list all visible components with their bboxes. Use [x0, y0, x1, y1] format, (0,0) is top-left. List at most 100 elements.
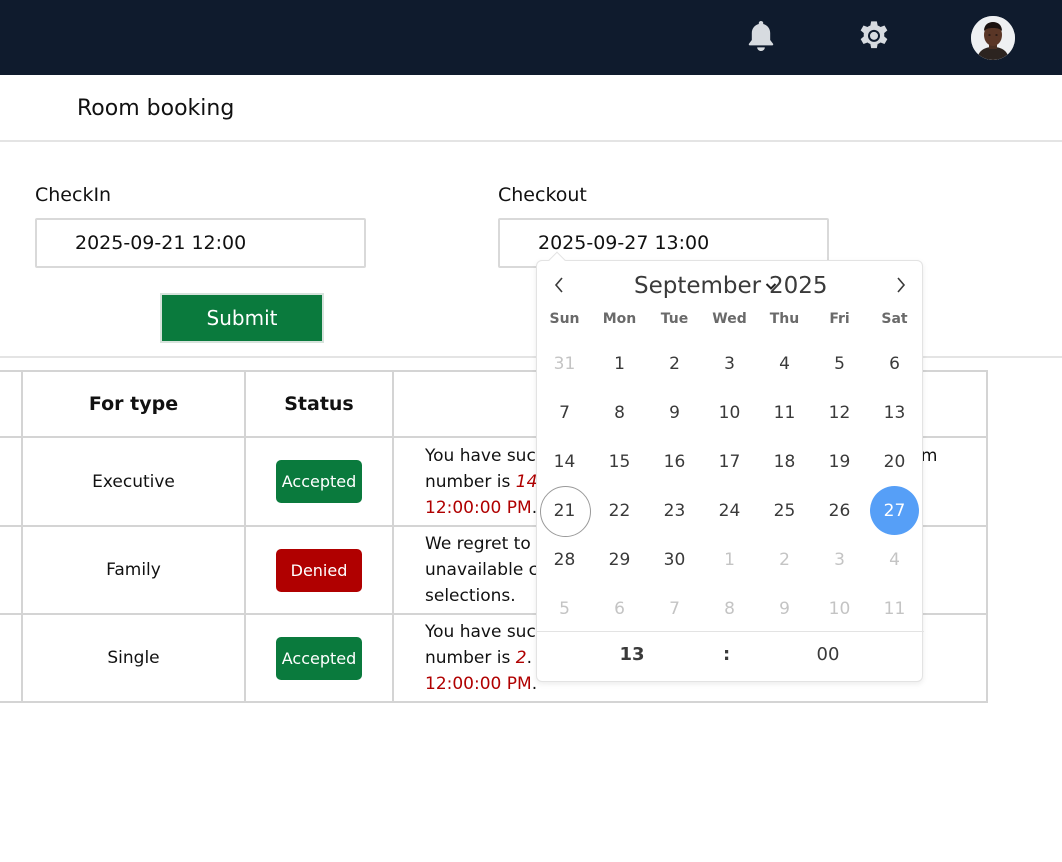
weekday-label: Thu — [769, 311, 800, 327]
day-cell[interactable]: 26 — [812, 486, 867, 535]
chevron-right-icon — [897, 277, 906, 293]
day-cell[interactable]: 10 — [812, 584, 867, 633]
day-cell[interactable]: 7 — [647, 584, 702, 633]
today-day-cell[interactable]: 21 — [537, 486, 592, 537]
bell-icon[interactable] — [741, 16, 781, 56]
day-cell[interactable]: 30 — [647, 535, 702, 584]
month-select[interactable]: September — [634, 273, 777, 299]
day-cell[interactable]: 11 — [867, 584, 922, 633]
status-badge: Accepted — [276, 636, 362, 680]
day-cell[interactable]: 2 — [757, 535, 812, 584]
day-cell[interactable]: 5 — [812, 339, 867, 388]
status-cell: Accepted — [244, 436, 394, 527]
day-cell[interactable]: 5 — [537, 584, 592, 633]
checkin-label: CheckIn — [35, 184, 112, 206]
day-grid: 31 1 2 3 4 5 6 7 8 9 10 11 12 13 14 15 1… — [537, 339, 924, 633]
gear-icon[interactable] — [854, 16, 894, 56]
day-cell[interactable]: 10 — [702, 388, 757, 437]
status-badge: Accepted — [276, 460, 362, 503]
week-row: 21 22 23 24 25 26 27 — [537, 486, 924, 537]
day-cell[interactable]: 4 — [757, 339, 812, 388]
day-cell[interactable]: 15 — [592, 437, 647, 486]
month-label: September — [634, 273, 762, 299]
day-cell[interactable]: 8 — [592, 388, 647, 437]
room-type-cell: Family — [21, 525, 246, 615]
day-cell[interactable]: 22 — [592, 486, 647, 535]
weekday-label: Tue — [660, 311, 689, 327]
table-cell — [0, 436, 23, 527]
weekday-label: Fri — [829, 311, 850, 327]
day-cell[interactable]: 3 — [812, 535, 867, 584]
week-row: 31 1 2 3 4 5 6 — [537, 339, 924, 388]
day-cell[interactable]: 7 — [537, 388, 592, 437]
message-time: 12:00:00 PM — [425, 674, 532, 694]
day-cell[interactable]: 11 — [757, 388, 812, 437]
day-cell[interactable]: 14 — [537, 437, 592, 486]
room-number: 14 — [515, 471, 538, 492]
day-cell[interactable]: 2 — [647, 339, 702, 388]
day-cell[interactable]: 12 — [812, 388, 867, 437]
message-text: You have suc — [425, 445, 536, 466]
day-cell[interactable]: 31 — [537, 339, 592, 388]
status-cell: Accepted — [244, 613, 394, 703]
day-cell[interactable]: 18 — [757, 437, 812, 486]
time-separator: : — [723, 644, 731, 665]
selected-day-cell[interactable]: 27 — [867, 486, 922, 535]
day-cell[interactable]: 1 — [592, 339, 647, 388]
status-cell: Denied — [244, 525, 394, 615]
day-cell[interactable]: 19 — [812, 437, 867, 486]
day-cell[interactable]: 28 — [537, 535, 592, 584]
day-cell[interactable]: 25 — [757, 486, 812, 535]
page-title: Room booking — [77, 96, 235, 121]
day-cell[interactable]: 3 — [702, 339, 757, 388]
week-row: 28 29 30 1 2 3 4 — [537, 535, 924, 584]
chevron-left-icon — [554, 277, 563, 293]
room-type-cell: Executive — [21, 436, 246, 527]
user-avatar[interactable] — [971, 16, 1015, 60]
table-cell — [0, 613, 23, 703]
table-header-cell: For type — [21, 370, 246, 438]
day-cell[interactable]: 6 — [592, 584, 647, 633]
weekday-label: Sat — [881, 311, 908, 327]
weekday-label: Mon — [602, 311, 637, 327]
day-cell[interactable]: 13 — [867, 388, 922, 437]
status-badge: Denied — [276, 548, 362, 592]
day-cell[interactable]: 9 — [757, 584, 812, 633]
top-navbar — [0, 0, 1062, 75]
table-header-cell: Status — [244, 370, 394, 438]
day-cell[interactable]: 20 — [867, 437, 922, 486]
day-cell[interactable]: 1 — [702, 535, 757, 584]
checkout-label: Checkout — [498, 184, 587, 206]
table-header-cell — [0, 370, 23, 438]
day-cell[interactable]: 8 — [702, 584, 757, 633]
message-text: number is — [425, 471, 516, 492]
year-input[interactable]: 2025 — [769, 273, 828, 299]
day-cell[interactable]: 9 — [647, 388, 702, 437]
checkin-input[interactable] — [35, 218, 366, 268]
message-time: 12:00:00 PM — [425, 497, 532, 518]
submit-button[interactable]: Submit — [160, 293, 324, 343]
weekday-label: Wed — [712, 311, 747, 327]
day-cell[interactable]: 4 — [867, 535, 922, 584]
week-row: 5 6 7 8 9 10 11 — [537, 584, 924, 633]
hour-input[interactable]: 13 — [577, 644, 687, 665]
weekday-label: Sun — [549, 311, 580, 327]
minute-input[interactable]: 00 — [773, 644, 883, 665]
weekday-header: Sun Mon Tue Wed Thu Fri Sat — [537, 311, 924, 327]
day-cell[interactable]: 6 — [867, 339, 922, 388]
next-month-button[interactable] — [889, 273, 913, 297]
day-cell[interactable]: 17 — [702, 437, 757, 486]
table-cell — [0, 525, 23, 615]
day-cell[interactable]: 29 — [592, 535, 647, 584]
day-cell[interactable]: 24 — [702, 486, 757, 535]
day-cell[interactable]: 23 — [647, 486, 702, 535]
room-type-cell: Single — [21, 613, 246, 703]
room-number: 2 — [515, 648, 527, 668]
message-text: number is — [425, 648, 516, 668]
prev-month-button[interactable] — [547, 273, 571, 297]
day-cell[interactable]: 16 — [647, 437, 702, 486]
week-row: 7 8 9 10 11 12 13 — [537, 388, 924, 437]
week-row: 14 15 16 17 18 19 20 — [537, 437, 924, 486]
time-picker: 13 : 00 — [537, 631, 924, 683]
datepicker-popup: September 2025 Sun Mon Tue Wed Thu Fri S… — [536, 251, 924, 683]
